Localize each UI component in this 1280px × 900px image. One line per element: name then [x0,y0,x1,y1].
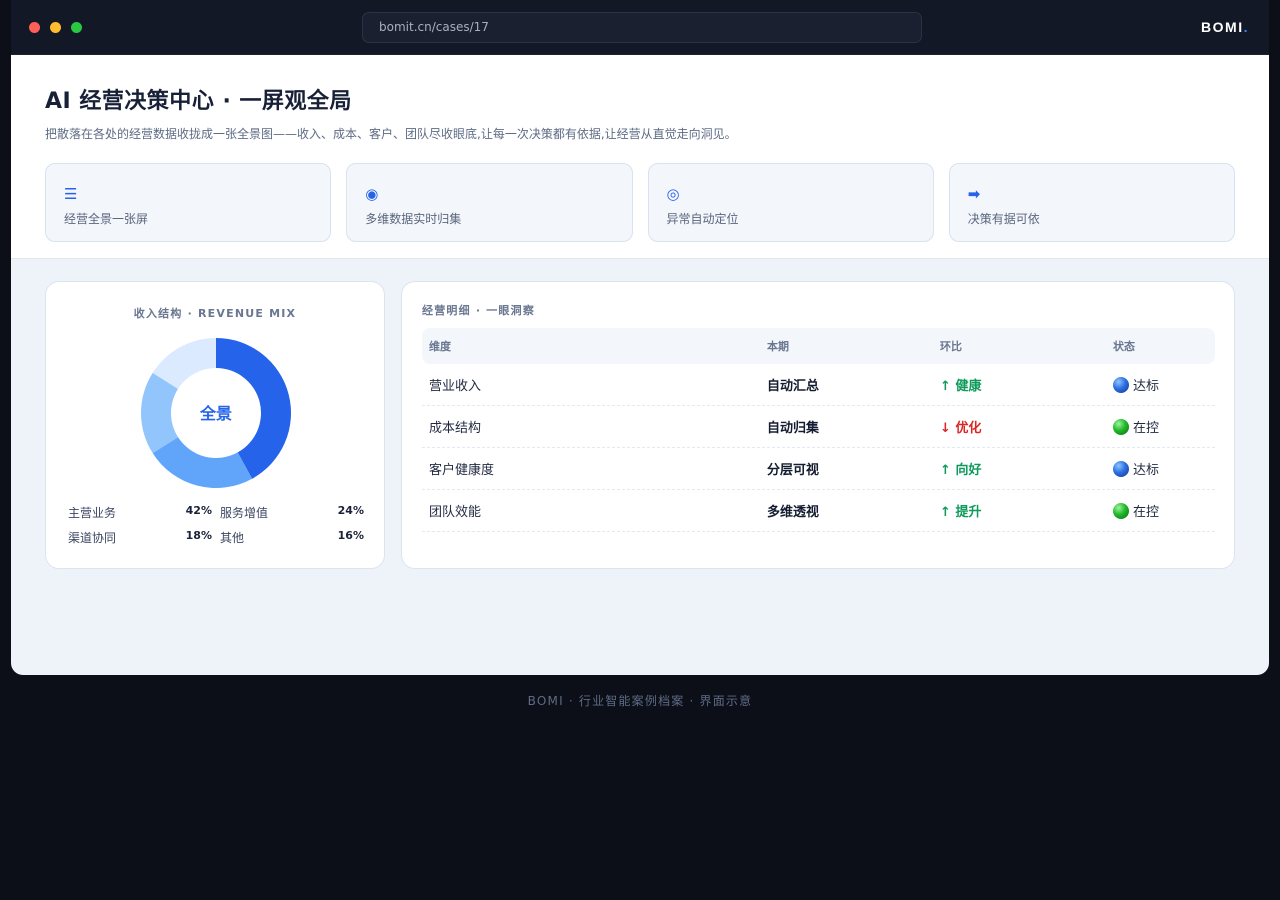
legend-value: 24% [337,504,364,517]
arrow-up-icon: ↑ [940,463,951,478]
row-dimension: 客户健康度 [429,463,495,478]
trend-text: 优化 [955,421,982,436]
legend-item: 主营业务 42% [68,504,212,521]
row-dimension: 营业收入 [429,379,482,394]
revenue-mix-card: 收入结构 · REVENUE MIX 全景 主营业务 42% 服务增值 24% 渠道… [45,281,385,569]
business-detail-card: 经营明细 · 一眼洞察 维度 本期 环比 状态 营业收入 自动汇总 ↑ 健康 达… [401,281,1235,569]
row-dimension: 团队效能 [429,505,482,520]
row-period: 自动汇总 [767,379,820,394]
green-status-icon [1113,418,1129,435]
close-window-button[interactable] [29,22,40,33]
row-period: 自动归集 [767,421,820,436]
brand-name: BOMI [1201,19,1244,35]
revenue-donut-chart: 全景 [141,338,292,488]
feature-card: ➡ 决策有据可依 [948,163,1235,242]
row-period: 多维透视 [767,505,820,520]
dashboard-content: 收入结构 · REVENUE MIX 全景 主营业务 42% 服务增值 24% 渠道… [11,259,1269,674]
feature-list: ☰ 经营全景一张屏 ◉ 多维数据实时归集 ◎ 异常自动定位 ➡ 决策有据可依 [45,163,1235,242]
green-status-icon [1113,502,1129,519]
table-row[interactable]: 营业收入 自动汇总 ↑ 健康 达标 [422,364,1215,406]
feature-label: 多维数据实时归集 [365,212,462,226]
trend-text: 向好 [955,463,982,478]
feature-label: 异常自动定位 [666,212,739,226]
row-status: 达标 [1113,459,1213,478]
feature-label: 经营全景一张屏 [64,212,149,226]
hero-section: AI 经营决策中心 · 一屏观全局 把散落在各处的经营数据收拢成一张全景图——收… [11,55,1269,259]
status-text: 在控 [1133,505,1160,520]
blue-status-icon [1113,376,1129,393]
header-dimension: 维度 [429,340,451,353]
header-status: 状态 [1113,340,1135,353]
row-period: 分层可视 [767,463,820,478]
row-trend: ↓ 优化 [940,417,1113,436]
legend-label: 其他 [220,531,245,545]
legend-value: 16% [337,529,364,542]
page-subtitle: 把散落在各处的经营数据收拢成一张全景图——收入、成本、客户、团队尽收眼底,让每一… [45,127,737,141]
legend-label: 服务增值 [220,506,269,520]
table-row[interactable]: 客户健康度 分层可视 ↑ 向好 达标 [422,448,1215,490]
donut-slice-2 [152,437,253,488]
row-trend: ↑ 提升 [940,501,1113,520]
status-text: 达标 [1133,463,1160,478]
browser-window: bomit.cn/cases/17 BOMI. AI 经营决策中心 · 一屏观全… [11,0,1269,675]
table-row[interactable]: 成本结构 自动归集 ↓ 优化 在控 [422,406,1215,448]
donut-center-label: 全景 [199,404,232,423]
page-title: AI 经营决策中心 · 一屏观全局 [45,89,353,114]
target-icon: ◎ [666,185,680,203]
row-trend: ↑ 向好 [940,459,1113,478]
feature-card: ◉ 多维数据实时归集 [346,163,633,242]
legend-label: 主营业务 [68,506,117,520]
row-dimension: 成本结构 [429,421,482,436]
arrow-up-icon: ↑ [940,379,951,394]
list-icon: ☰ [64,185,78,203]
row-status: 在控 [1113,501,1213,520]
row-trend: ↑ 健康 [940,375,1113,394]
revenue-legend: 主营业务 42% 服务增值 24% 渠道协同 18% 其他 16% [68,504,364,546]
legend-item: 服务增值 24% [220,504,364,521]
maximize-window-button[interactable] [71,22,82,33]
brand-dot: . [1243,19,1249,35]
header-period: 本期 [767,340,789,353]
legend-item: 渠道协同 18% [68,529,212,546]
arrow-down-icon: ↓ [940,421,951,436]
legend-item: 其他 16% [220,529,364,546]
table-row[interactable]: 团队效能 多维透视 ↑ 提升 在控 [422,490,1215,532]
row-status: 在控 [1113,417,1213,436]
header-trend: 环比 [940,340,962,353]
status-text: 在控 [1133,421,1160,436]
feature-card: ◎ 异常自动定位 [647,163,934,242]
address-bar[interactable]: bomit.cn/cases/17 [362,12,922,43]
browser-titlebar: bomit.cn/cases/17 BOMI. [11,0,1269,55]
business-detail-table: 维度 本期 环比 状态 营业收入 自动汇总 ↑ 健康 达标 成本结构 自动归集 … [422,328,1215,532]
minimize-window-button[interactable] [50,22,61,33]
revenue-mix-title: 收入结构 · REVENUE MIX [133,307,297,320]
status-text: 达标 [1133,379,1160,394]
feature-label: 决策有据可依 [967,212,1040,226]
trend-text: 提升 [955,505,982,520]
page-footer: BOMI · 行业智能案例档案 · 界面示意 [527,694,753,708]
feature-card: ☰ 经营全景一张屏 [45,163,332,242]
business-detail-title: 经营明细 · 一眼洞察 [422,304,536,317]
row-status: 达标 [1113,375,1213,394]
brand-logo: BOMI. [1201,19,1249,35]
legend-label: 渠道协同 [68,531,117,545]
arrow-right-icon: ➡ [967,185,981,203]
blue-status-icon [1113,460,1129,477]
trend-text: 健康 [955,379,982,394]
legend-value: 18% [185,529,212,542]
dot-circle-icon: ◉ [365,185,379,203]
legend-value: 42% [185,504,212,517]
table-header: 维度 本期 环比 状态 [422,328,1215,364]
arrow-up-icon: ↑ [940,505,951,520]
